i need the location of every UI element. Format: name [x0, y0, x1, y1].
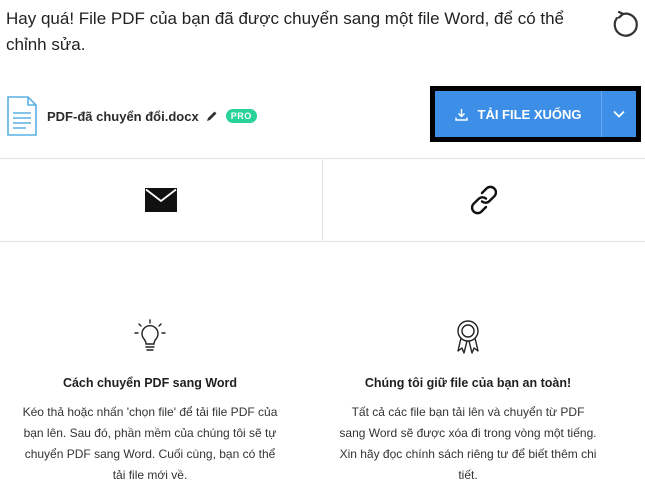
link-icon [470, 185, 498, 215]
award-icon [457, 320, 479, 354]
security-title: Chúng tôi giữ file của bạn an toàn! [364, 376, 572, 390]
pencil-icon[interactable] [206, 110, 218, 122]
download-icon [454, 108, 468, 121]
security-text: Tất cả các file bạn tải lên và chuyển từ… [339, 405, 597, 482]
share-link-button[interactable] [322, 159, 645, 241]
download-options-button[interactable] [602, 91, 636, 137]
download-button[interactable]: TẢI FILE XUỐNG [435, 91, 601, 137]
success-message: Hay quá! File PDF của bạn đã được chuyển… [6, 9, 565, 54]
document-icon [7, 96, 37, 136]
download-label: TẢI FILE XUỐNG [477, 106, 582, 122]
how-to-title: Cách chuyển PDF sang Word [62, 376, 238, 390]
how-to-section: Cách chuyển PDF sang Word Kéo thả hoặc n… [0, 318, 300, 486]
email-icon [145, 188, 177, 212]
download-group: TẢI FILE XUỐNG [430, 86, 641, 142]
restart-icon [613, 10, 638, 37]
share-email-button[interactable] [0, 159, 322, 241]
share-options [0, 158, 645, 242]
chevron-down-icon [613, 110, 625, 118]
lightbulb-icon [134, 319, 166, 351]
restart-button[interactable] [606, 8, 640, 42]
security-section: Chúng tôi giữ file của bạn an toàn! Tất … [318, 318, 618, 486]
converted-file: PDF-đã chuyển đổi.docx PRO [6, 95, 257, 137]
how-to-text: Kéo thả hoặc nhấn 'chọn file' để tải fil… [22, 405, 278, 482]
pro-badge: PRO [225, 109, 257, 123]
file-name: PDF-đã chuyển đổi.docx [47, 108, 199, 124]
